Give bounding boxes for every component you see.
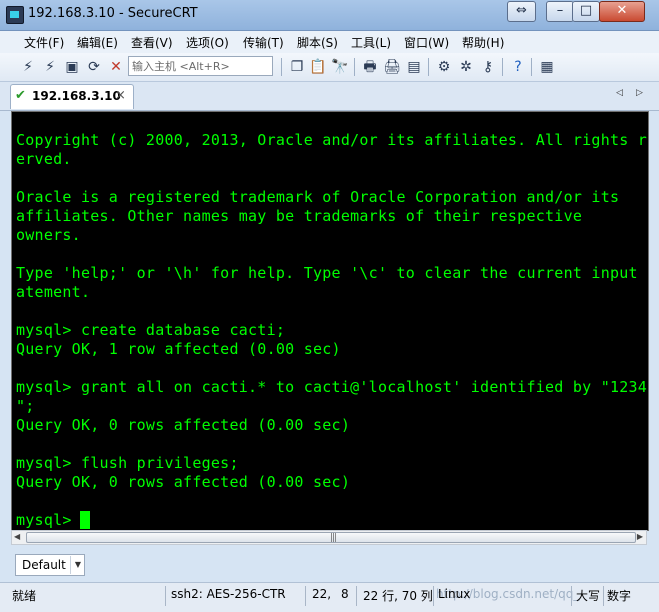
menu-view[interactable]: 查看(V): [131, 34, 173, 51]
connect-icon[interactable]: ⚡: [19, 58, 37, 76]
toolbar: ⚡ ⚡ ▣ ⟳ ✕ 输入主机 <Alt+R> ❐ 📋 🔭 🖶 🖨 ▤ ⚙ ✲ ⚷…: [0, 53, 659, 82]
toolbar-separator: [354, 58, 355, 76]
status-separator: [571, 586, 572, 606]
connected-check-icon: ✔: [15, 88, 26, 103]
window-title: 192.168.3.10 - SecureCRT: [28, 6, 198, 21]
connect-in-tab-icon[interactable]: ▣: [63, 58, 81, 76]
status-separator: [356, 586, 357, 606]
status-num: 数字: [607, 589, 632, 603]
terminal-cursor: [80, 511, 90, 529]
toolbar-separator: [502, 58, 503, 76]
terminal-line: mysql> flush privileges;: [16, 454, 239, 472]
status-bar: 就绪 ssh2: AES-256-CTR 22, 8 22 行, 70 列 ht…: [0, 582, 659, 612]
help-icon[interactable]: ?: [509, 58, 527, 76]
status-caps: 大写: [576, 589, 601, 603]
status-cipher: ssh2: AES-256-CTR: [171, 587, 286, 601]
button-bar-select[interactable]: Default ▼: [15, 554, 85, 576]
status-ready: 就绪: [12, 589, 37, 603]
reconnect-icon[interactable]: ⟳: [85, 58, 103, 76]
status-separator: [433, 586, 434, 606]
terminal-line: Oracle is a registered trademark of Orac…: [16, 188, 620, 206]
menu-help[interactable]: 帮助(H): [462, 34, 504, 51]
status-separator: [305, 586, 306, 606]
status-col: 8: [341, 587, 349, 601]
button-bar-selected: Default: [22, 558, 66, 572]
terminal-line: Query OK, 1 row affected (0.00 sec): [16, 340, 341, 358]
minimize-button[interactable]: –: [546, 1, 574, 22]
menu-options[interactable]: 选项(O): [186, 34, 229, 51]
terminal-line: Type 'help;' or '\h' for help. Type '\c'…: [16, 264, 649, 282]
session-options-icon[interactable]: ⚙: [435, 58, 453, 76]
tile-restore-button[interactable]: ⇔: [507, 1, 536, 22]
terminal-line: atement.: [16, 283, 91, 301]
print-icon[interactable]: 🖶: [361, 58, 379, 76]
terminal-line: ";: [16, 397, 35, 415]
status-row: 22,: [312, 587, 332, 601]
quick-connect-icon[interactable]: ⚡: [41, 58, 59, 76]
status-os: Linux: [438, 587, 471, 601]
copy-icon[interactable]: ❐: [288, 58, 306, 76]
terminal-prompt-line: mysql>: [16, 511, 81, 529]
status-size: 22 行, 70 列: [363, 589, 433, 603]
terminal-line: owners.: [16, 226, 81, 244]
key-icon[interactable]: ⚷: [479, 58, 497, 76]
terminal-line: mysql> create database cacti;: [16, 321, 286, 339]
tab-scroll-right-icon[interactable]: ▷: [636, 88, 643, 98]
print-setup-icon[interactable]: 🖨: [383, 58, 401, 76]
terminal-line: mysql> grant all on cacti.* to cacti@'lo…: [16, 378, 649, 396]
tab-close-icon[interactable]: ×: [115, 88, 126, 103]
find-icon[interactable]: 🔭: [331, 58, 349, 76]
toolbar-separator: [428, 58, 429, 76]
menu-transfer[interactable]: 传输(T): [243, 34, 284, 51]
terminal-line: Query OK, 0 rows affected (0.00 sec): [16, 416, 351, 434]
global-options-icon[interactable]: ✲: [457, 58, 475, 76]
toolbar-separator: [281, 58, 282, 76]
tab-label: 192.168.3.10: [32, 89, 121, 103]
title-bar: 192.168.3.10 - SecureCRT ⇔ – □ ✕: [0, 0, 659, 31]
status-separator: [603, 586, 604, 606]
chevron-down-icon[interactable]: ▼: [70, 556, 85, 574]
scroll-right-icon[interactable]: ▶: [637, 532, 643, 541]
terminal-line: erved.: [16, 150, 72, 168]
paste-icon[interactable]: 📋: [309, 58, 327, 76]
menu-edit[interactable]: 编辑(E): [77, 34, 118, 51]
menu-script[interactable]: 脚本(S): [297, 34, 338, 51]
scroll-left-icon[interactable]: ◀: [14, 532, 20, 541]
menu-tools[interactable]: 工具(L): [351, 34, 391, 51]
menu-bar: 文件(F) 编辑(E) 查看(V) 选项(O) 传输(T) 脚本(S) 工具(L…: [0, 31, 659, 53]
quick-connect-input[interactable]: 输入主机 <Alt+R>: [128, 56, 273, 76]
disconnect-icon[interactable]: ✕: [107, 58, 125, 76]
tab-session-192-168-3-10[interactable]: ✔ 192.168.3.10 ×: [10, 84, 134, 109]
menu-window[interactable]: 窗口(W): [404, 34, 449, 51]
command-bar: Default ▼: [0, 550, 659, 580]
terminal-line: affiliates. Other names may be trademark…: [16, 207, 583, 225]
menu-file[interactable]: 文件(F): [24, 34, 64, 51]
terminal-output[interactable]: Copyright (c) 2000, 2013, Oracle and/or …: [11, 111, 649, 531]
log-icon[interactable]: ▤: [405, 58, 423, 76]
terminal-line: Query OK, 0 rows affected (0.00 sec): [16, 473, 351, 491]
scrollbar-grip-icon: |||: [330, 533, 337, 543]
status-separator: [165, 586, 166, 606]
tab-scroll-left-icon[interactable]: ◁: [616, 88, 623, 98]
terminal-line: Copyright (c) 2000, 2013, Oracle and/or …: [16, 131, 649, 149]
map-keys-icon[interactable]: ▦: [538, 58, 556, 76]
horizontal-scrollbar[interactable]: ◀ ||| ▶: [11, 530, 647, 545]
toolbar-separator: [531, 58, 532, 76]
close-window-button[interactable]: ✕: [599, 1, 645, 22]
scrollbar-thumb[interactable]: |||: [26, 532, 636, 543]
securecrt-app-icon[interactable]: [6, 6, 24, 24]
maximize-button[interactable]: □: [572, 1, 600, 22]
session-tab-strip: ✔ 192.168.3.10 × ◁ ▷: [0, 82, 659, 111]
